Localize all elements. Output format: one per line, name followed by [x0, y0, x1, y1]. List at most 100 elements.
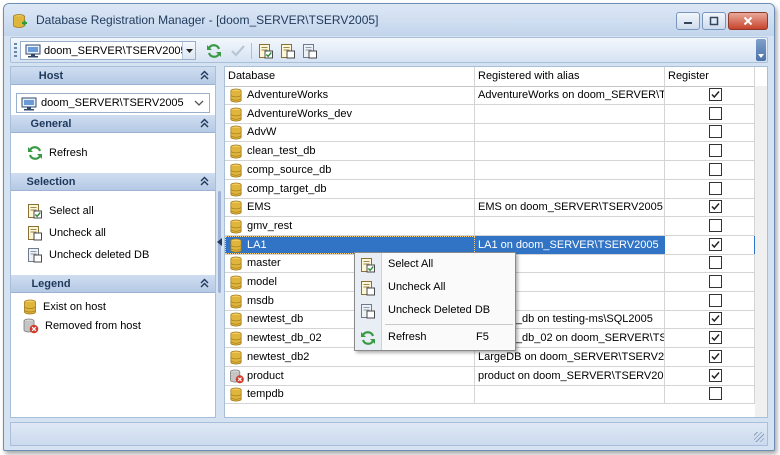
collapse-icon [200, 70, 209, 80]
host-combo[interactable]: doom_SERVER\TSERV2005 [16, 93, 210, 113]
alias-cell[interactable] [475, 216, 665, 235]
toolbar-grip[interactable] [14, 43, 17, 57]
register-checkbox[interactable] [709, 218, 722, 232]
toolbar-uncheck-deleted-button[interactable] [301, 42, 319, 60]
apply-button[interactable] [229, 42, 247, 60]
uncheck-deleted-task[interactable]: Uncheck deleted DB [27, 246, 149, 264]
register-checkbox[interactable] [709, 331, 722, 345]
alias-cell[interactable]: LA1 on doom_SERVER\TSERV2005 [475, 235, 665, 254]
register-checkbox[interactable] [709, 387, 722, 401]
register-checkbox[interactable] [709, 88, 722, 101]
alias-cell[interactable] [475, 104, 665, 123]
register-cell[interactable] [665, 235, 755, 254]
register-cell[interactable] [665, 142, 755, 161]
register-cell[interactable] [665, 104, 755, 123]
register-cell[interactable] [665, 160, 755, 179]
database-cell[interactable]: EMS [225, 198, 475, 217]
table-row[interactable]: gmv_rest [225, 216, 755, 236]
register-cell[interactable] [665, 216, 755, 235]
register-checkbox[interactable] [709, 237, 722, 251]
database-cell[interactable]: gmv_rest [225, 216, 475, 235]
register-cell[interactable] [665, 310, 755, 329]
legend-group-header[interactable]: Legend [11, 275, 215, 293]
alias-cell[interactable] [475, 160, 665, 179]
register-checkbox[interactable] [709, 368, 722, 382]
combo-dropdown-button[interactable] [182, 42, 195, 59]
register-checkbox[interactable] [709, 349, 722, 363]
table-row[interactable]: EMS EMS on doom_SERVER\TSERV2005 [225, 198, 755, 218]
context-select-all[interactable]: Select All [355, 254, 515, 276]
database-cell[interactable]: LA1 [225, 235, 475, 254]
alias-cell[interactable] [475, 142, 665, 161]
close-button[interactable] [728, 12, 768, 30]
register-checkbox[interactable] [709, 125, 722, 139]
table-row[interactable]: comp_target_db [225, 179, 755, 199]
selection-group-header[interactable]: Selection [11, 173, 215, 191]
context-uncheck-deleted-label: Uncheck Deleted DB [388, 304, 491, 316]
database-cell[interactable]: AdvW [225, 123, 475, 142]
table-row[interactable]: product product on doom_SERVER\TSERV2005 [225, 366, 755, 386]
register-checkbox[interactable] [709, 144, 722, 158]
context-refresh[interactable]: Refresh F5 [355, 327, 515, 349]
toolbar-select-all-button[interactable] [257, 42, 275, 60]
database-cell[interactable]: tempdb [225, 385, 475, 404]
alias-cell[interactable] [475, 123, 665, 142]
register-checkbox[interactable] [709, 162, 722, 176]
register-checkbox[interactable] [709, 293, 722, 307]
context-uncheck-deleted[interactable]: Uncheck Deleted DB [355, 300, 515, 322]
toolbar-options-button[interactable] [756, 39, 766, 61]
register-checkbox[interactable] [709, 200, 722, 214]
database-cell[interactable]: AdventureWorks_dev [225, 104, 475, 123]
table-row[interactable]: tempdb [225, 385, 755, 405]
collapse-left-icon[interactable] [217, 238, 222, 246]
database-cell[interactable]: AdventureWorks [225, 86, 475, 104]
register-cell[interactable] [665, 86, 755, 104]
server-combo[interactable]: doom_SERVER\TSERV2005 [20, 41, 196, 60]
alias-cell[interactable]: EMS on doom_SERVER\TSERV2005 [475, 198, 665, 217]
table-row[interactable]: AdvW [225, 123, 755, 143]
register-checkbox[interactable] [709, 181, 722, 195]
table-row[interactable]: AdventureWorks_dev [225, 104, 755, 124]
title-bar[interactable]: Database Registration Manager - [doom_SE… [4, 4, 774, 36]
maximize-button[interactable] [702, 12, 726, 30]
host-group-header[interactable]: Host [11, 67, 215, 85]
alias-cell[interactable]: product on doom_SERVER\TSERV2005 [475, 366, 665, 385]
alias-cell[interactable] [475, 385, 665, 404]
database-cell[interactable]: clean_test_db [225, 142, 475, 161]
register-checkbox[interactable] [709, 106, 722, 120]
register-cell[interactable] [665, 254, 755, 273]
general-group-header[interactable]: General [11, 115, 215, 133]
register-checkbox[interactable] [709, 256, 722, 270]
table-row[interactable]: AdventureWorks AdventureWorks on doom_SER… [225, 86, 755, 105]
column-header-database[interactable]: Database [225, 67, 475, 86]
minimize-button[interactable] [676, 12, 700, 30]
register-cell[interactable] [665, 329, 755, 348]
register-cell[interactable] [665, 273, 755, 291]
alias-cell[interactable] [475, 179, 665, 198]
register-cell[interactable] [665, 198, 755, 217]
table-row[interactable]: comp_source_db [225, 160, 755, 180]
select-all-task[interactable]: Select all [27, 202, 94, 220]
panel-splitter[interactable] [216, 66, 224, 418]
refresh-button[interactable] [205, 42, 223, 60]
database-cell[interactable]: comp_target_db [225, 179, 475, 198]
column-header-register[interactable]: Register [665, 67, 755, 86]
column-header-alias[interactable]: Registered with alias [475, 67, 665, 86]
toolbar-uncheck-all-button[interactable] [279, 42, 297, 60]
uncheck-all-task[interactable]: Uncheck all [27, 224, 106, 242]
register-cell[interactable] [665, 179, 755, 198]
register-checkbox[interactable] [709, 312, 722, 326]
database-cell[interactable]: comp_source_db [225, 160, 475, 179]
register-cell[interactable] [665, 366, 755, 385]
table-row[interactable]: clean_test_db [225, 142, 755, 162]
refresh-task[interactable]: Refresh [27, 144, 88, 162]
context-uncheck-all[interactable]: Uncheck All [355, 277, 515, 299]
resize-grip[interactable] [754, 432, 764, 442]
alias-cell[interactable]: AdventureWorks on doom_SERVER\TSERV2005 [475, 86, 665, 104]
database-cell[interactable]: product [225, 366, 475, 385]
register-cell[interactable] [665, 385, 755, 404]
register-cell[interactable] [665, 291, 755, 310]
register-cell[interactable] [665, 123, 755, 142]
register-checkbox[interactable] [709, 275, 722, 288]
register-cell[interactable] [665, 347, 755, 366]
